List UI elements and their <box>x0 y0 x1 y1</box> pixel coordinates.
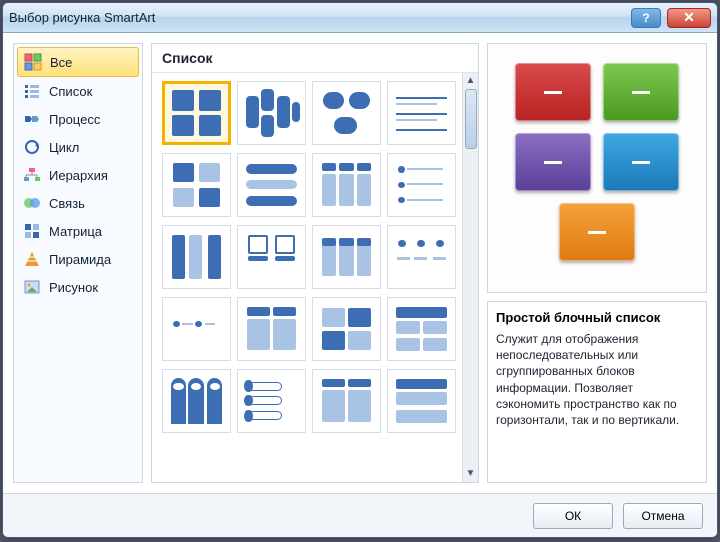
sidebar-item-label: Цикл <box>49 140 79 155</box>
dialog-window: Выбор рисунка SmartArt ? ✕ Все Список Пр… <box>2 2 718 538</box>
preview-panel: Простой блочный список Служит для отобра… <box>487 43 707 483</box>
preview-block <box>515 63 591 121</box>
layout-thumb[interactable] <box>312 81 381 145</box>
sidebar-item-label: Матрица <box>49 224 102 239</box>
layout-thumb[interactable] <box>162 297 231 361</box>
layout-thumb[interactable] <box>312 369 381 433</box>
layout-thumb[interactable] <box>387 81 456 145</box>
scroll-up-icon[interactable]: ▲ <box>465 75 477 87</box>
sidebar-item-label: Список <box>49 84 92 99</box>
window-title: Выбор рисунка SmartArt <box>9 10 631 25</box>
preview-block <box>603 133 679 191</box>
cycle-icon <box>23 138 41 156</box>
preview-block <box>515 133 591 191</box>
layout-thumb[interactable] <box>162 225 231 289</box>
gallery-wrap: ▲ ▼ <box>152 73 478 482</box>
layout-thumb[interactable] <box>237 297 306 361</box>
layout-thumb[interactable] <box>162 153 231 217</box>
sidebar-item-list[interactable]: Список <box>17 77 139 105</box>
titlebar-buttons: ? ✕ <box>631 8 711 28</box>
process-icon <box>23 110 41 128</box>
layout-thumb[interactable] <box>312 225 381 289</box>
layout-thumb[interactable] <box>387 297 456 361</box>
sidebar-item-label: Все <box>50 55 72 70</box>
sidebar-item-all[interactable]: Все <box>17 47 139 77</box>
gallery-panel: Список <box>151 43 479 483</box>
gallery-heading: Список <box>152 44 478 73</box>
layout-thumb[interactable] <box>162 369 231 433</box>
layout-thumb[interactable] <box>312 297 381 361</box>
layout-preview <box>487 43 707 293</box>
matrix-icon <box>23 222 41 240</box>
layout-thumb[interactable] <box>237 369 306 433</box>
ok-button[interactable]: ОК <box>533 503 613 529</box>
all-icon <box>24 53 42 71</box>
sidebar-item-picture[interactable]: Рисунок <box>17 273 139 301</box>
cancel-button[interactable]: Отмена <box>623 503 703 529</box>
pyramid-icon <box>23 250 41 268</box>
sidebar-item-hierarchy[interactable]: Иерархия <box>17 161 139 189</box>
layout-gallery <box>152 73 462 482</box>
sidebar-item-label: Рисунок <box>49 280 98 295</box>
picture-icon <box>23 278 41 296</box>
preview-block <box>603 63 679 121</box>
dialog-body: Все Список Процесс Цикл Иерархия Связь <box>3 33 717 493</box>
layout-thumb[interactable] <box>162 81 231 145</box>
dialog-footer: ОК Отмена <box>3 493 717 537</box>
layout-name: Простой блочный список <box>496 310 698 325</box>
layout-thumb[interactable] <box>237 225 306 289</box>
scroll-thumb[interactable] <box>465 89 477 149</box>
sidebar-item-label: Иерархия <box>49 168 108 183</box>
relationship-icon <box>23 194 41 212</box>
list-icon <box>23 82 41 100</box>
sidebar-item-label: Связь <box>49 196 85 211</box>
preview-block <box>559 203 635 261</box>
scroll-down-icon[interactable]: ▼ <box>465 468 477 480</box>
help-button[interactable]: ? <box>631 8 661 28</box>
layout-thumb[interactable] <box>237 153 306 217</box>
category-sidebar: Все Список Процесс Цикл Иерархия Связь <box>13 43 143 483</box>
description-panel: Простой блочный список Служит для отобра… <box>487 301 707 483</box>
layout-thumb[interactable] <box>387 153 456 217</box>
sidebar-item-matrix[interactable]: Матрица <box>17 217 139 245</box>
sidebar-item-label: Процесс <box>49 112 100 127</box>
hierarchy-icon <box>23 166 41 184</box>
title-bar: Выбор рисунка SmartArt ? ✕ <box>3 3 717 33</box>
sidebar-item-label: Пирамида <box>49 252 111 267</box>
close-button[interactable]: ✕ <box>667 8 711 28</box>
layout-thumb[interactable] <box>237 81 306 145</box>
gallery-scrollbar[interactable]: ▲ ▼ <box>462 73 478 482</box>
layout-description: Служит для отображения непоследовательны… <box>496 331 698 428</box>
sidebar-item-process[interactable]: Процесс <box>17 105 139 133</box>
layout-thumb[interactable] <box>312 153 381 217</box>
layout-thumb[interactable] <box>387 369 456 433</box>
sidebar-item-relationship[interactable]: Связь <box>17 189 139 217</box>
sidebar-item-pyramid[interactable]: Пирамида <box>17 245 139 273</box>
sidebar-item-cycle[interactable]: Цикл <box>17 133 139 161</box>
layout-thumb[interactable] <box>387 225 456 289</box>
